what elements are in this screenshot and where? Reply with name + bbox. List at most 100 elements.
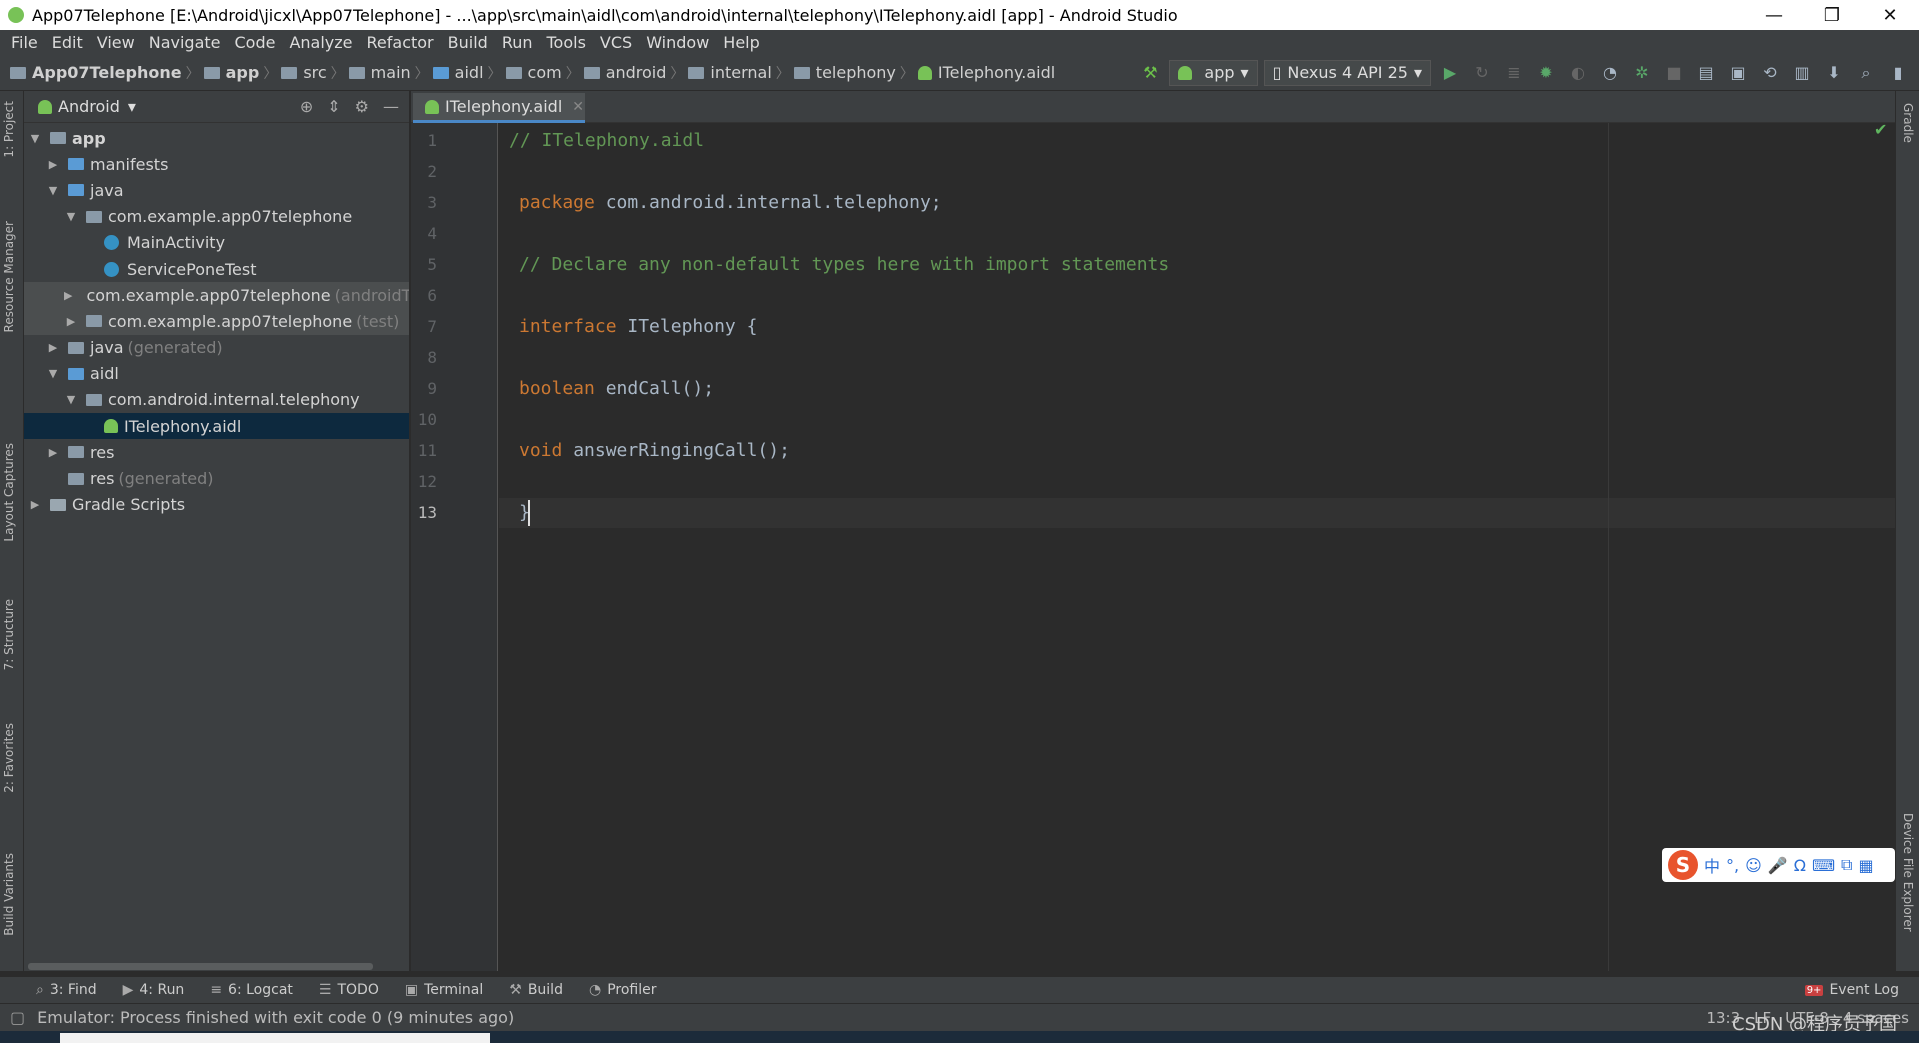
expand-arrow-icon[interactable]: ▼	[64, 210, 78, 223]
tree-item-res-generated[interactable]: res (generated)	[24, 465, 409, 491]
layout-inspector-icon[interactable]: ▣	[1725, 60, 1751, 86]
status-message[interactable]: Emulator: Process finished with exit cod…	[37, 1008, 514, 1027]
menu-navigate[interactable]: Navigate	[142, 33, 228, 52]
sogou-logo-icon[interactable]: S	[1668, 850, 1698, 880]
breadcrumb-file[interactable]: ITelephony.aidl	[917, 63, 1055, 82]
tool-build[interactable]: ⚒ Build	[509, 982, 563, 998]
tree-item-package-androidtest[interactable]: ▶ com.example.app07telephone(androidTest)	[24, 282, 409, 309]
ime-mode-toggle[interactable]: 中	[1704, 853, 1720, 877]
tree-item-gradle-scripts[interactable]: ▶ Gradle Scripts	[24, 492, 409, 518]
tree-item-app[interactable]: ▼ app	[24, 125, 409, 151]
collapse-arrow-icon[interactable]: ▶	[64, 289, 72, 302]
menu-run[interactable]: Run	[495, 33, 540, 52]
tab-layout-captures[interactable]: Layout Captures	[2, 443, 16, 542]
toolbox-grid-icon[interactable]: ▦	[1858, 856, 1873, 875]
expand-arrow-icon[interactable]: ▼	[28, 132, 42, 145]
breadcrumb-project[interactable]: App07Telephone	[10, 63, 182, 82]
tree-item-itelephony[interactable]: ITelephony.aidl	[24, 413, 409, 440]
tab-project[interactable]: 1: Project	[2, 101, 16, 158]
keyboard-icon[interactable]: ⌨	[1812, 856, 1835, 875]
collapse-arrow-icon[interactable]: ▶	[46, 341, 60, 354]
menu-view[interactable]: View	[90, 33, 142, 52]
minimize-button[interactable]: —	[1745, 0, 1803, 30]
menu-vcs[interactable]: VCS	[593, 33, 639, 52]
tree-item-manifests[interactable]: ▶ manifests	[24, 151, 409, 177]
breadcrumb-aidl[interactable]: aidl	[432, 63, 484, 82]
breadcrumb-src[interactable]: src	[281, 63, 327, 82]
breadcrumb-android[interactable]: android	[583, 63, 666, 82]
search-icon[interactable]: ⌕	[1853, 60, 1879, 86]
tree-item-package-telephony[interactable]: ▼ com.android.internal.telephony	[24, 387, 409, 413]
run-icon[interactable]: ▶	[1437, 60, 1463, 86]
locate-icon[interactable]: ⊕	[300, 97, 313, 116]
avd-manager-icon[interactable]: ▥	[1789, 60, 1815, 86]
tool-find[interactable]: ⌕ 3: Find	[36, 982, 97, 998]
menu-code[interactable]: Code	[228, 33, 283, 52]
menu-refactor[interactable]: Refactor	[360, 33, 441, 52]
tree-item-java-generated[interactable]: ▶ java (generated)	[24, 335, 409, 361]
emoji-icon[interactable]: ☺	[1745, 856, 1762, 875]
menu-tools[interactable]: Tools	[540, 33, 593, 52]
menu-build[interactable]: Build	[441, 33, 495, 52]
project-view-select[interactable]: Android	[58, 97, 120, 116]
expand-arrow-icon[interactable]: ▼	[64, 393, 78, 406]
collapse-arrow-icon[interactable]: ▶	[46, 446, 60, 459]
chevron-down-icon[interactable]: ▾	[128, 97, 136, 116]
tab-itelephony-aidl[interactable]: ITelephony.aidl ✕	[413, 93, 585, 123]
restore-button[interactable]: ❐	[1803, 0, 1861, 30]
debug-icon[interactable]: ✹	[1533, 60, 1559, 86]
tab-build-variants[interactable]: Build Variants	[2, 853, 16, 936]
stop-icon[interactable]: ■	[1661, 60, 1687, 86]
breadcrumb-telephony[interactable]: telephony	[793, 63, 896, 82]
tool-event-log[interactable]: 9+ Event Log	[1804, 982, 1899, 998]
menu-edit[interactable]: Edit	[45, 33, 90, 52]
tree-item-servicepone[interactable]: ServicePoneTest	[24, 256, 409, 282]
project-horizontal-scrollbar[interactable]	[28, 963, 373, 970]
code-editor[interactable]: // ITelephony.aidl package com.android.i…	[499, 123, 1895, 971]
tool-terminal[interactable]: ▣ Terminal	[405, 982, 483, 998]
attach-debugger-icon[interactable]: ✲	[1629, 60, 1655, 86]
skin-icon[interactable]: ⧉	[1841, 855, 1852, 875]
ime-punctuation-toggle[interactable]: °,	[1726, 856, 1739, 875]
account-icon[interactable]: ▮	[1885, 60, 1911, 86]
tab-resource-manager[interactable]: Resource Manager	[2, 221, 16, 332]
tool-run[interactable]: ▶ 4: Run	[123, 982, 185, 998]
sdk-manager-icon[interactable]: ⬇	[1821, 60, 1847, 86]
close-button[interactable]: ✕	[1861, 0, 1919, 30]
make-project-hammer-icon[interactable]: ⚒	[1137, 60, 1163, 86]
tree-item-aidl[interactable]: ▼ aidl	[24, 361, 409, 387]
tab-gradle[interactable]: Gradle	[1901, 103, 1915, 143]
menu-file[interactable]: File	[4, 33, 45, 52]
breadcrumb-com[interactable]: com	[505, 63, 562, 82]
tool-profiler[interactable]: ◔ Profiler	[589, 982, 657, 998]
menu-help[interactable]: Help	[716, 33, 766, 52]
expand-arrow-icon[interactable]: ▼	[46, 184, 60, 197]
collapse-arrow-icon[interactable]: ▶	[64, 315, 78, 328]
device-select[interactable]: ▯ Nexus 4 API 25 ▾	[1263, 59, 1431, 86]
tree-item-java[interactable]: ▼ java	[24, 177, 409, 203]
collapse-arrow-icon[interactable]: ▶	[28, 498, 42, 511]
collapse-all-icon[interactable]: ⇕	[327, 97, 340, 116]
tool-todo[interactable]: ☰ TODO	[319, 982, 379, 998]
menu-analyze[interactable]: Analyze	[282, 33, 359, 52]
apply-code-changes-icon[interactable]: ≣	[1501, 60, 1527, 86]
project-structure-icon[interactable]: ▤	[1693, 60, 1719, 86]
apply-changes-icon[interactable]: ↻	[1469, 60, 1495, 86]
menu-window[interactable]: Window	[639, 33, 716, 52]
close-tab-icon[interactable]: ✕	[572, 99, 584, 115]
microphone-icon[interactable]: 🎤	[1768, 856, 1788, 875]
tree-item-package-main[interactable]: ▼ com.example.app07telephone	[24, 204, 409, 230]
tab-device-file-explorer[interactable]: Device File Explorer	[1901, 813, 1915, 932]
expand-arrow-icon[interactable]: ▼	[46, 367, 60, 380]
tree-item-mainactivity[interactable]: MainActivity	[24, 230, 409, 256]
collapse-arrow-icon[interactable]: ▶	[46, 158, 60, 171]
profile-icon[interactable]: ◔	[1597, 60, 1623, 86]
hide-icon[interactable]: —	[383, 97, 399, 116]
coverage-icon[interactable]: ◐	[1565, 60, 1591, 86]
headset-icon[interactable]: Ω	[1794, 856, 1806, 875]
run-config-select[interactable]: app ▾	[1169, 59, 1258, 86]
breadcrumb-main[interactable]: main	[348, 63, 411, 82]
gear-icon[interactable]: ⚙	[355, 97, 369, 116]
tree-item-package-test[interactable]: ▶ com.example.app07telephone (test)	[24, 308, 409, 335]
tab-structure[interactable]: 7: Structure	[2, 599, 16, 670]
